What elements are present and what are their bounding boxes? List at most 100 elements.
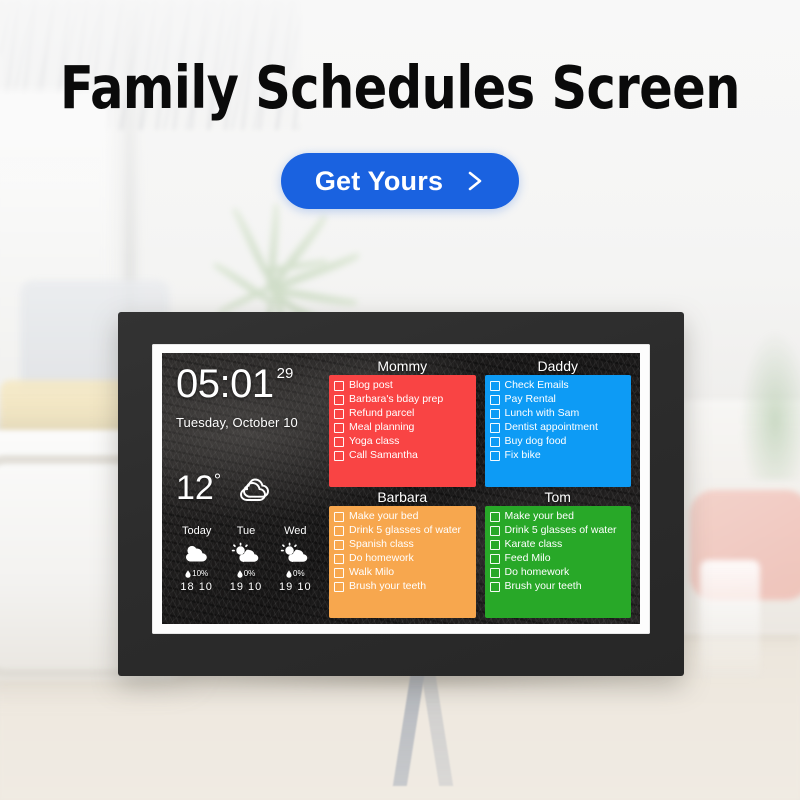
clock-widget[interactable]: 05:01 29	[176, 364, 327, 404]
task-list-card[interactable]: Make your bed Drink 5 glasses of water Kar…	[484, 506, 631, 618]
task-row[interactable]: Yoga class	[334, 435, 471, 448]
task-label: Lunch with Sam	[504, 407, 580, 419]
checkbox-icon[interactable]	[334, 525, 344, 536]
task-row[interactable]: Refund parcel	[334, 407, 471, 420]
task-label: Call Samantha	[349, 449, 418, 461]
partly-sunny-icon	[271, 540, 320, 568]
task-row[interactable]: Do homework	[334, 552, 471, 565]
droplet-icon	[185, 569, 191, 578]
task-row[interactable]: Call Samantha	[334, 449, 471, 462]
get-yours-label: Get Yours	[314, 165, 444, 196]
task-label: Fix bike	[504, 449, 541, 461]
forecast-rain: 0%	[221, 569, 270, 578]
checkbox-icon[interactable]	[489, 380, 500, 391]
task-label: Drink 5 glasses of water	[349, 524, 462, 536]
task-label: Karate class	[504, 538, 563, 550]
task-list-card[interactable]: Check Emails Pay Rental Lunch with Sam Dent…	[484, 375, 631, 487]
task-row[interactable]: Pay Rental	[489, 393, 627, 406]
task-list-card[interactable]: Make your bed Drink 5 glasses of water Spa…	[329, 506, 476, 618]
task-row[interactable]: Drink 5 glasses of water	[334, 524, 471, 537]
forecast-rain-value: 0%	[243, 569, 256, 578]
checkbox-icon[interactable]	[489, 539, 500, 550]
task-label: Brush your teeth	[349, 580, 427, 592]
checkbox-icon[interactable]	[334, 553, 344, 564]
checkbox-icon[interactable]	[489, 422, 500, 433]
clock-weather-panel: 05:01 29 Tuesday, October 10 12° Today 1…	[162, 353, 327, 624]
forecast-day-name: Tue	[236, 525, 256, 537]
forecast-day: Tue 0% 19 10	[221, 525, 270, 593]
task-list-card[interactable]: Blog post Barbara's bday prep Refund parce…	[329, 375, 476, 487]
task-row[interactable]: Feed Milo	[489, 552, 627, 565]
forecast-rain-value: 0%	[293, 569, 305, 578]
task-label: Do homework	[504, 566, 570, 578]
forecast-rain: 10%	[172, 569, 221, 578]
family-task-lists: Mommy Blog post Barbara's bday prep Refund …	[327, 353, 640, 624]
forecast-temps: 19 10	[229, 581, 263, 593]
task-row[interactable]: Do homework	[489, 566, 627, 579]
task-row[interactable]: Brush your teeth	[334, 580, 471, 593]
partly-sunny-icon	[221, 540, 270, 568]
current-weather-widget[interactable]: 12°	[176, 471, 275, 510]
forecast-day: Today 10% 18 10	[172, 525, 221, 593]
checkbox-icon[interactable]	[489, 450, 500, 461]
task-list-daddy: Daddy Check Emails Pay Rental Lunch with Sa…	[484, 358, 631, 487]
task-row[interactable]: Fix bike	[489, 449, 627, 462]
task-row[interactable]: Barbara's bday prep	[334, 393, 471, 406]
task-list-title: Tom	[544, 489, 571, 505]
checkbox-icon[interactable]	[334, 511, 344, 522]
task-row[interactable]: Spanish class	[334, 538, 471, 551]
promo-screenshot: Family Schedules Screen Get Yours 05:01 …	[0, 0, 800, 800]
current-temperature: 12°	[176, 469, 222, 507]
task-row[interactable]: Buy dog food	[489, 435, 627, 448]
task-label: Buy dog food	[504, 435, 567, 447]
checkbox-icon[interactable]	[489, 581, 500, 592]
task-row[interactable]: Lunch with Sam	[489, 407, 627, 420]
checkbox-icon[interactable]	[334, 380, 344, 391]
checkbox-icon[interactable]	[334, 581, 344, 592]
checkbox-icon[interactable]	[334, 408, 344, 419]
task-label: Do homework	[349, 552, 414, 564]
task-row[interactable]: Dentist appointment	[489, 421, 627, 434]
checkbox-icon[interactable]	[489, 394, 500, 405]
task-label: Meal planning	[349, 421, 415, 433]
task-row[interactable]: Meal planning	[334, 421, 471, 434]
checkbox-icon[interactable]	[489, 567, 500, 578]
task-label: Walk Milo	[349, 566, 395, 578]
task-row[interactable]: Make your bed	[489, 510, 627, 523]
checkbox-icon[interactable]	[489, 511, 500, 522]
task-label: Check Emails	[504, 379, 569, 391]
forecast-day-name: Today	[181, 525, 212, 537]
checkbox-icon[interactable]	[334, 539, 344, 550]
checkbox-icon[interactable]	[489, 553, 500, 564]
background-plant-right	[740, 330, 800, 480]
forecast-rain-value: 10%	[192, 569, 209, 578]
cloudy-icon	[231, 473, 275, 510]
task-row[interactable]: Check Emails	[489, 379, 627, 392]
task-row[interactable]: Karate class	[489, 538, 627, 551]
checkbox-icon[interactable]	[334, 567, 344, 578]
task-row[interactable]: Walk Milo	[334, 566, 471, 579]
task-row[interactable]: Brush your teeth	[489, 580, 627, 593]
task-label: Make your bed	[349, 510, 419, 522]
task-row[interactable]: Blog post	[334, 379, 471, 392]
task-row[interactable]: Drink 5 glasses of water	[489, 524, 627, 537]
checkbox-icon[interactable]	[489, 525, 500, 536]
checkbox-icon[interactable]	[334, 394, 344, 405]
task-list-tom: Tom Make your bed Drink 5 glasses of water…	[484, 489, 631, 618]
droplet-icon	[286, 569, 292, 578]
background-lamp	[700, 560, 760, 680]
checkbox-icon[interactable]	[334, 450, 344, 461]
task-label: Drink 5 glasses of water	[504, 524, 617, 536]
forecast-day: Wed 0% 19 10	[271, 525, 320, 593]
weather-forecast[interactable]: Today 10% 18 10 Tue 0% 19 10 Wed 0% 19 1…	[172, 525, 320, 593]
checkbox-icon[interactable]	[489, 408, 500, 419]
task-list-title: Daddy	[537, 358, 578, 374]
task-label: Brush your teeth	[504, 580, 582, 592]
checkbox-icon[interactable]	[334, 436, 344, 447]
checkbox-icon[interactable]	[334, 422, 344, 433]
family-display-device: 05:01 29 Tuesday, October 10 12° Today 1…	[118, 312, 684, 676]
task-list-title: Mommy	[377, 358, 428, 374]
checkbox-icon[interactable]	[489, 436, 500, 447]
task-row[interactable]: Make your bed	[334, 510, 471, 523]
get-yours-button[interactable]: Get Yours	[281, 153, 519, 209]
